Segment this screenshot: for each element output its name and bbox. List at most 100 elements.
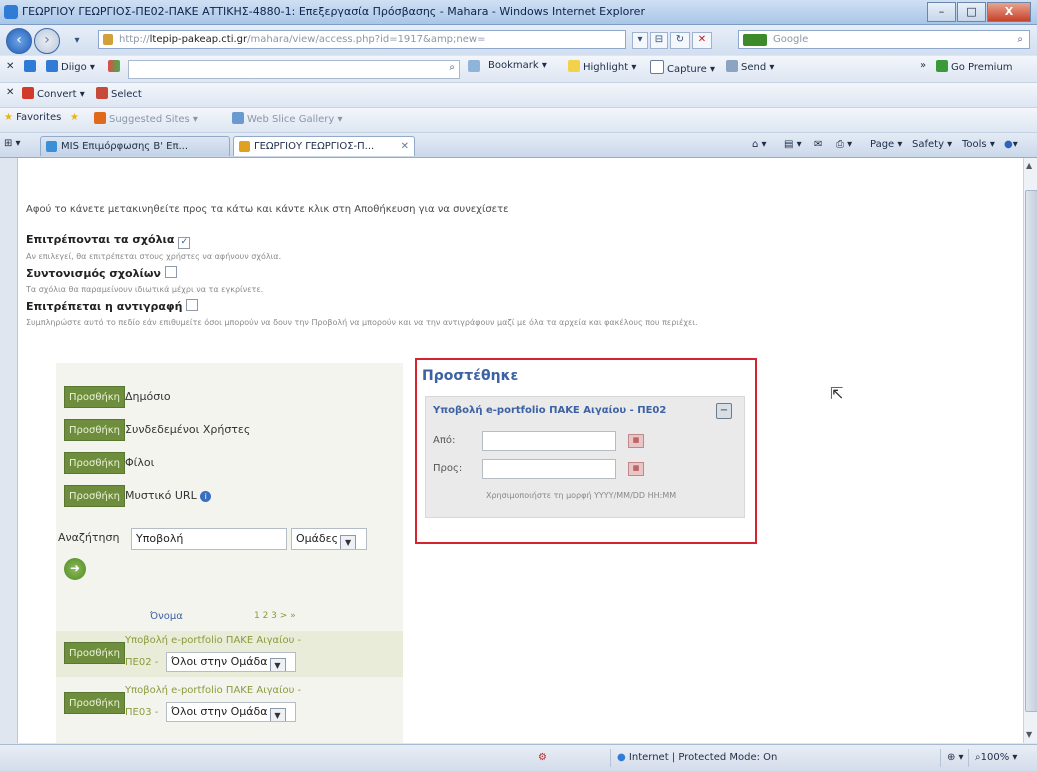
capture-label: Capture ▾ bbox=[667, 64, 715, 75]
pagination[interactable]: 1 2 3 > » bbox=[254, 611, 296, 621]
access-search-input[interactable]: Υποβολή bbox=[131, 528, 287, 550]
result-name-line2[interactable]: ΠΕ03 - bbox=[125, 707, 158, 718]
minimize-button[interactable]: – bbox=[927, 2, 956, 22]
feeds-icon[interactable]: ▤ ▾ bbox=[784, 139, 802, 150]
highlight-button[interactable]: Highlight ▾ bbox=[568, 60, 636, 73]
calendar-icon[interactable]: ▦ bbox=[628, 434, 644, 448]
info-icon[interactable]: i bbox=[200, 491, 212, 502]
diigo-search-input[interactable]: ⌕ bbox=[128, 60, 460, 79]
back-button[interactable]: ‹ bbox=[6, 28, 32, 54]
address-dropdown-icon[interactable]: ▾ bbox=[632, 32, 648, 49]
results-name-header[interactable]: Όνομα bbox=[150, 611, 183, 622]
select-label: Select bbox=[111, 89, 142, 100]
ie-icon bbox=[4, 5, 18, 19]
quick-tabs-icon[interactable]: ⊞ ▾ bbox=[4, 138, 21, 149]
add-favorite-icon[interactable]: ★ bbox=[70, 112, 79, 123]
capture-button[interactable]: Capture ▾ bbox=[650, 60, 715, 75]
close-button[interactable]: X bbox=[987, 2, 1031, 22]
window-title: ΓΕΩΡΓΙΟΥ ΓΕΩΡΓΙΟΣ-ΠΕ02-ΠΑΚΕ ΑΤΤΙΚΗΣ-4880… bbox=[22, 5, 645, 18]
option-loggedin: Συνδεδεμένοι Χρήστες bbox=[125, 423, 251, 436]
result-name-line2[interactable]: ΠΕ02 - bbox=[125, 657, 158, 668]
scroll-down-icon[interactable]: ▼ bbox=[1026, 730, 1032, 739]
diigo-search-icon[interactable]: ⌕ bbox=[449, 62, 455, 73]
select-button[interactable]: Select bbox=[96, 87, 142, 100]
instruction-text: Αφού το κάνετε μετακινηθείτε προς τα κάτ… bbox=[26, 204, 509, 215]
forward-button[interactable]: › bbox=[34, 28, 60, 54]
add-secret-url-button[interactable]: Προσθήκη bbox=[64, 485, 126, 507]
tools-menu[interactable]: Tools ▾ bbox=[962, 139, 995, 150]
result-row: Προσθήκη Υποβολή e-portfolio ΠΑΚΕ Αιγαίο… bbox=[56, 681, 403, 731]
tab-favicon bbox=[239, 141, 250, 152]
diigo-label: Diigo ▾ bbox=[61, 62, 95, 73]
diigo-button[interactable]: Diigo ▾ bbox=[46, 60, 95, 73]
help-menu[interactable]: ●▾ bbox=[1004, 139, 1018, 150]
address-input[interactable]: http://ltepip-pakeap.cti.gr/mahara/view/… bbox=[98, 30, 626, 49]
refresh-icon[interactable]: ↻ bbox=[670, 32, 690, 49]
search-go-icon[interactable]: ➜ bbox=[64, 558, 86, 580]
secret-url-label: Μυστικό URL bbox=[125, 489, 197, 502]
moderate-comments-help: Τα σχόλια θα παραμείνουν ιδιωτικά μέχρι … bbox=[26, 285, 264, 294]
mail-icon[interactable]: ✉ bbox=[814, 139, 822, 150]
search-input[interactable]: Google ⌕ bbox=[738, 30, 1030, 49]
chevron-down-icon: ▼ bbox=[340, 535, 357, 549]
diigo-addon-icon[interactable] bbox=[108, 60, 123, 73]
home-icon[interactable]: ⌂ ▾ bbox=[752, 139, 767, 150]
allow-comments-checkbox[interactable]: ✓ bbox=[178, 237, 191, 249]
web-slice-button[interactable]: Web Slice Gallery ▾ bbox=[232, 112, 343, 125]
result-name-line1[interactable]: Υποβολή e-portfolio ΠΑΚΕ Αιγαίου - bbox=[125, 635, 301, 646]
capture-icon bbox=[650, 60, 664, 74]
print-icon[interactable]: ⎙ ▾ bbox=[836, 139, 852, 150]
add-loggedin-button[interactable]: Προσθήκη bbox=[64, 419, 126, 441]
calendar-icon[interactable]: ▦ bbox=[628, 462, 644, 476]
remove-icon[interactable]: − bbox=[716, 403, 732, 419]
diigo-icon bbox=[46, 60, 58, 72]
tab-mis[interactable]: MIS Επιμόρφωσης Β' Επ... bbox=[40, 136, 230, 156]
zoom-level[interactable]: ⌕100% ▾ bbox=[968, 749, 1035, 767]
favorites-button[interactable]: ★ Favorites bbox=[4, 112, 61, 123]
allow-copy-checkbox[interactable] bbox=[186, 299, 199, 311]
add-public-button[interactable]: Προσθήκη bbox=[64, 386, 126, 408]
highlighter-icon[interactable] bbox=[468, 60, 483, 73]
result-role-select[interactable]: Όλοι στην Ομάδα ▼ bbox=[166, 702, 296, 722]
more-chevron-icon[interactable]: » bbox=[920, 60, 926, 71]
bookmark-button[interactable]: Bookmark ▾ bbox=[488, 60, 547, 71]
url-host: ltepip-pakeap.cti.gr bbox=[149, 34, 248, 45]
page-menu[interactable]: Page ▾ bbox=[870, 139, 902, 150]
moderate-comments-checkbox[interactable] bbox=[164, 266, 177, 278]
search-type-select[interactable]: Ομάδες ▼ bbox=[291, 528, 367, 550]
allow-comments-help: Αν επιλεγεί, θα επιτρέπεται στους χρήστε… bbox=[26, 252, 282, 261]
tab-current[interactable]: ΓΕΩΡΓΙΟΥ ΓΕΩΡΓΙΟΣ-Π... ✕ bbox=[233, 136, 415, 156]
close-toolbar-icon[interactable]: ✕ bbox=[6, 61, 14, 72]
convert-button[interactable]: Convert ▾ bbox=[22, 87, 85, 100]
scroll-up-icon[interactable]: ▲ bbox=[1026, 161, 1032, 170]
scrollbar-thumb[interactable] bbox=[1025, 190, 1037, 712]
diigo-menu-icon[interactable] bbox=[24, 60, 39, 73]
magnifier-icon[interactable]: ⌕ bbox=[1017, 31, 1023, 49]
result-name-line1[interactable]: Υποβολή e-portfolio ΠΑΚΕ Αιγαίου - bbox=[125, 685, 301, 696]
close-toolbar-icon[interactable]: ✕ bbox=[6, 87, 14, 98]
go-premium-button[interactable]: Go Premium bbox=[936, 60, 1013, 73]
to-date-input[interactable] bbox=[482, 459, 616, 479]
close-tab-icon[interactable]: ✕ bbox=[401, 137, 409, 156]
result-role-select[interactable]: Όλοι στην Ομάδα ▼ bbox=[166, 652, 296, 672]
safety-menu[interactable]: Safety ▾ bbox=[912, 139, 952, 150]
from-date-input[interactable] bbox=[482, 431, 616, 451]
moderate-comments-row: Συντονισμός σχολίων bbox=[26, 266, 177, 280]
vertical-scrollbar[interactable]: ▲ ▼ bbox=[1023, 158, 1037, 743]
stop-icon[interactable]: ✕ bbox=[692, 32, 712, 49]
add-friends-button[interactable]: Προσθήκη bbox=[64, 452, 126, 474]
diigo-toolbar: ✕ Diigo ▾ ⌕ Bookmark ▾ Highlight ▾ Captu… bbox=[0, 56, 1037, 83]
tab-row: ⊞ ▾ MIS Επιμόρφωσης Β' Επ... ΓΕΩΡΓΙΟΥ ΓΕ… bbox=[0, 133, 1037, 158]
zone-indicator[interactable]: ● Internet | Protected Mode: On bbox=[610, 749, 887, 767]
history-dropdown-icon[interactable]: ▾ bbox=[64, 34, 90, 49]
web-slice-icon bbox=[232, 112, 244, 124]
zoom-value: 100% bbox=[980, 752, 1010, 763]
option-friends: Φίλοι bbox=[125, 456, 155, 469]
window-controls: – □ X bbox=[926, 2, 1031, 22]
add-result-button[interactable]: Προσθήκη bbox=[64, 692, 126, 714]
maximize-button[interactable]: □ bbox=[957, 2, 986, 22]
add-result-button[interactable]: Προσθήκη bbox=[64, 642, 126, 664]
suggested-sites-button[interactable]: Suggested Sites ▾ bbox=[94, 112, 198, 125]
send-button[interactable]: Send ▾ bbox=[726, 60, 774, 73]
compatibility-icon[interactable]: ⊟ bbox=[650, 32, 668, 49]
